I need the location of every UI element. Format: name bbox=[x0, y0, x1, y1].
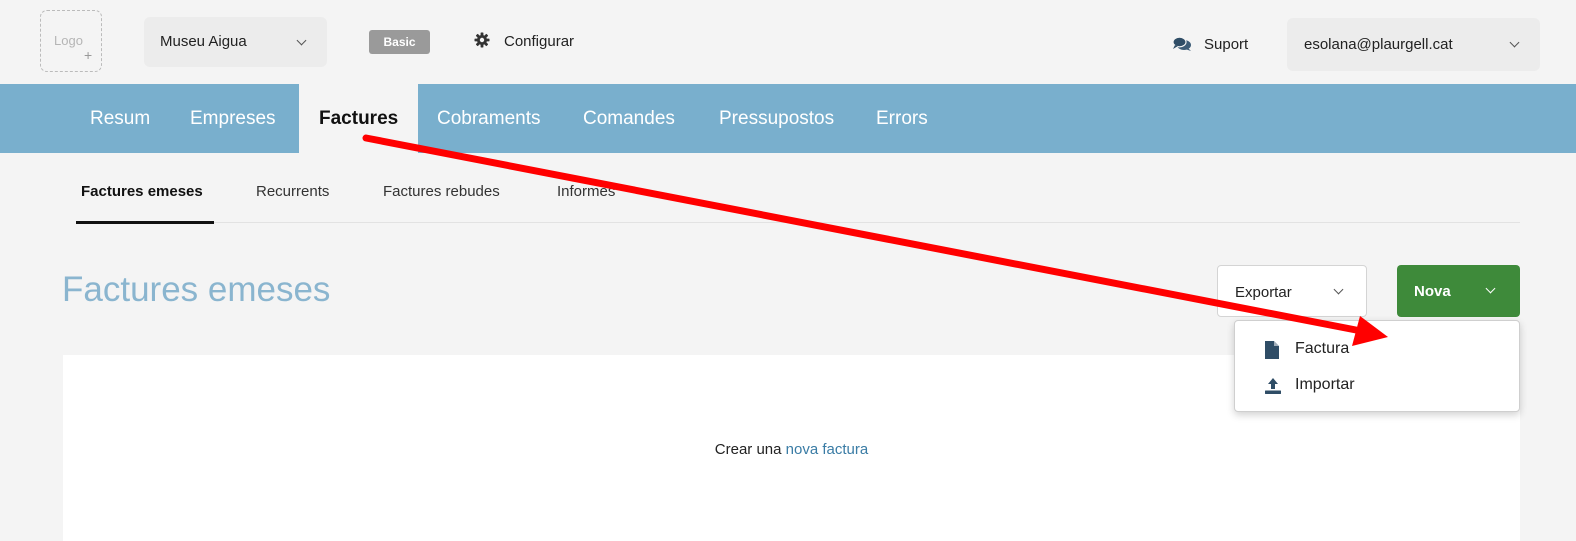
chevron-down-icon bbox=[1485, 283, 1496, 294]
subtab-recurrents[interactable]: Recurrents bbox=[256, 183, 329, 200]
menu-item-importar[interactable]: Importar bbox=[1263, 374, 1393, 398]
plan-badge: Basic bbox=[369, 30, 430, 54]
nav-tab-factures[interactable]: Factures bbox=[299, 84, 419, 153]
nav-tab-errors[interactable]: Errors bbox=[860, 84, 944, 153]
support-link[interactable]: Suport bbox=[1172, 36, 1248, 53]
nav-tab-cobraments[interactable]: Cobraments bbox=[419, 84, 559, 153]
configure-link[interactable]: Configurar bbox=[474, 32, 574, 50]
chevron-down-icon bbox=[1509, 37, 1520, 48]
menu-item-label: Importar bbox=[1295, 376, 1355, 393]
company-selector[interactable]: Museu Aigua bbox=[144, 17, 327, 67]
menu-item-label: Factura bbox=[1295, 340, 1350, 357]
sub-nav: Factures emeses Recurrents Factures rebu… bbox=[76, 153, 1520, 224]
subtab-factures-emeses[interactable]: Factures emeses bbox=[81, 183, 203, 200]
active-subtab-underline bbox=[76, 221, 214, 224]
chat-bubbles-icon bbox=[1172, 36, 1191, 51]
menu-item-factura[interactable]: Factura bbox=[1263, 338, 1383, 362]
new-label: Nova bbox=[1414, 283, 1451, 300]
support-label: Suport bbox=[1204, 36, 1249, 53]
export-button[interactable]: Exportar bbox=[1217, 265, 1367, 317]
nav-tab-pressupostos[interactable]: Pressupostos bbox=[703, 84, 850, 153]
main-nav: Resum Empreses Factures Cobraments Coman… bbox=[0, 84, 1576, 153]
top-bar: Logo + Museu Aigua Basic Configurar Supo… bbox=[0, 0, 1576, 84]
document-icon bbox=[1265, 341, 1279, 359]
chevron-down-icon bbox=[1333, 284, 1344, 295]
empty-state-text: Crear una bbox=[714, 441, 782, 458]
add-logo-icon: + bbox=[84, 47, 93, 63]
nav-tab-comandes[interactable]: Comandes bbox=[567, 84, 691, 153]
create-invoice-link[interactable]: nova factura bbox=[786, 441, 869, 458]
subtab-informes[interactable]: Informes bbox=[557, 183, 615, 200]
new-button[interactable]: Nova bbox=[1397, 265, 1520, 317]
subtab-factures-rebudes[interactable]: Factures rebudes bbox=[383, 183, 500, 200]
configure-label: Configurar bbox=[504, 33, 575, 50]
page-title: Factures emeses bbox=[62, 270, 331, 309]
gear-icon bbox=[474, 32, 490, 48]
upload-icon bbox=[1265, 378, 1281, 394]
new-dropdown-menu: Factura Importar bbox=[1234, 320, 1520, 412]
company-name: Museu Aigua bbox=[160, 33, 247, 50]
nav-tab-resum[interactable]: Resum bbox=[74, 84, 166, 153]
export-label: Exportar bbox=[1235, 284, 1292, 301]
empty-state-message: Crear una nova factura bbox=[63, 441, 1520, 458]
chevron-down-icon bbox=[296, 35, 307, 46]
logo-placeholder-text: Logo bbox=[54, 33, 83, 48]
user-email: esolana@plaurgell.cat bbox=[1304, 36, 1453, 53]
nav-tab-empreses[interactable]: Empreses bbox=[174, 84, 292, 153]
logo-upload[interactable]: Logo + bbox=[40, 10, 102, 72]
user-menu[interactable]: esolana@plaurgell.cat bbox=[1287, 18, 1540, 71]
